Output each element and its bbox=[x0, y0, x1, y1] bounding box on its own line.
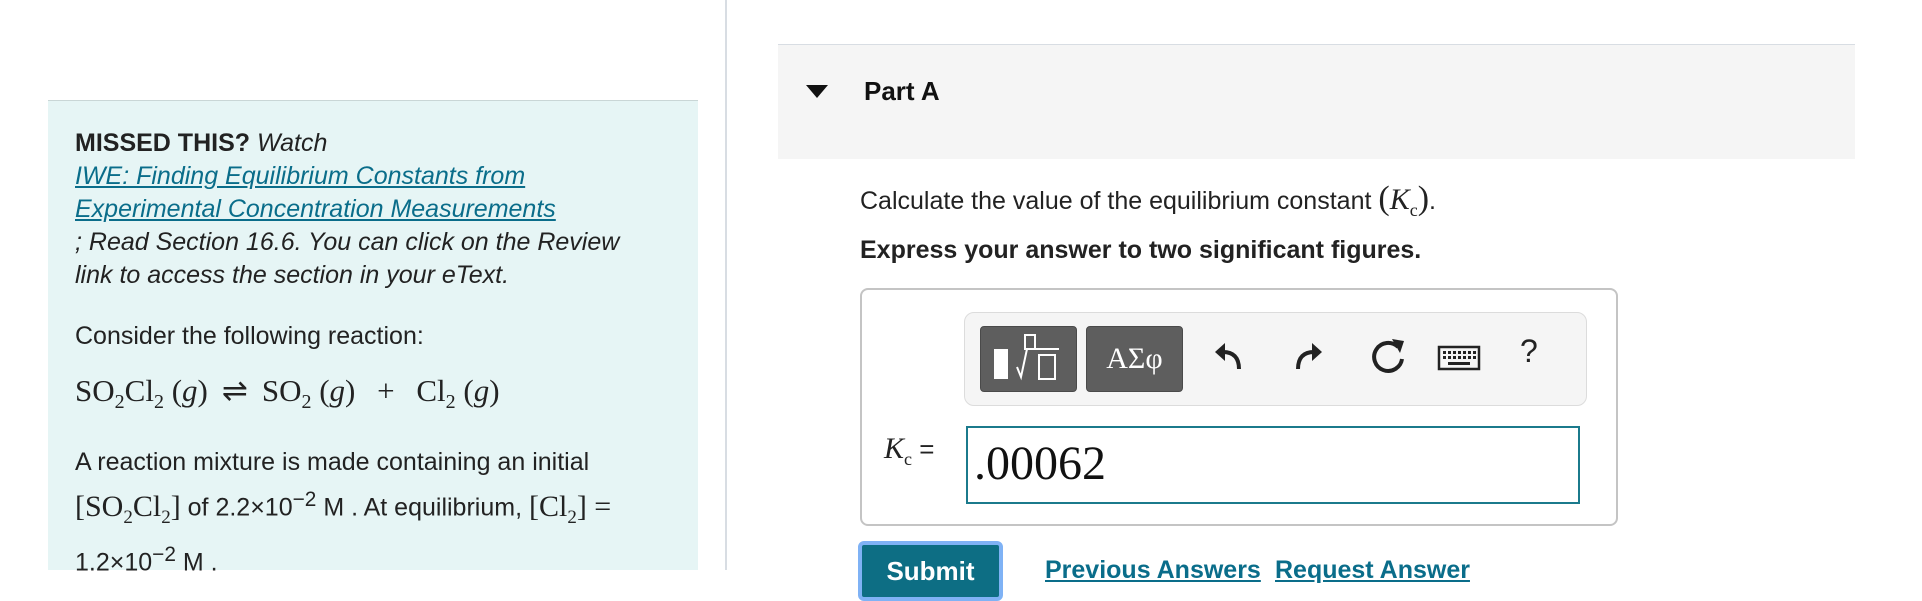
missed-title: MISSED THIS? bbox=[75, 129, 251, 157]
previous-answers-link[interactable]: Previous Answers bbox=[1045, 556, 1261, 585]
missed-watch: Watch bbox=[256, 129, 328, 157]
undo-icon[interactable] bbox=[1213, 335, 1247, 379]
request-answer-link[interactable]: Request Answer bbox=[1275, 556, 1470, 585]
mixture-description: A reaction mixture is made containing an… bbox=[75, 448, 612, 576]
reaction-equation: SO2Cl2 (g) ⇌ SO2 (g) + Cl2 (g) bbox=[75, 373, 500, 414]
keyboard-icon[interactable] bbox=[1437, 343, 1481, 373]
part-a-title: Part A bbox=[864, 76, 940, 106]
part-a-header[interactable]: Part A bbox=[778, 45, 1855, 159]
help-button[interactable]: ? bbox=[1520, 333, 1538, 370]
consider-text: Consider the following reaction: bbox=[75, 322, 424, 350]
instruction-text: Express your answer to two significant f… bbox=[860, 236, 1422, 264]
templates-icon bbox=[994, 334, 1059, 381]
iwe-link[interactable]: IWE: Finding Equilibrium Constants from E… bbox=[75, 160, 671, 226]
submit-button[interactable]: Submit bbox=[858, 541, 1003, 601]
math-toolbar: ΑΣφ ? bbox=[964, 312, 1587, 406]
templates-button[interactable] bbox=[980, 326, 1077, 392]
panel-divider bbox=[725, 0, 727, 570]
missed-intro: MISSED THIS? Watch bbox=[75, 127, 671, 160]
missed-this-panel: MISSED THIS? Watch IWE: Finding Equilibr… bbox=[48, 100, 698, 576]
read-section-text: ; Read Section 16.6. You can click on th… bbox=[75, 228, 620, 289]
kc-answer-input[interactable]: .00062 bbox=[966, 426, 1580, 504]
reset-icon[interactable] bbox=[1368, 335, 1408, 379]
collapse-caret-icon[interactable] bbox=[806, 85, 828, 98]
greek-symbols-button[interactable]: ΑΣφ bbox=[1086, 326, 1183, 392]
kc-label: Kc = bbox=[884, 432, 935, 469]
question-text: Calculate the value of the equilibrium c… bbox=[860, 180, 1436, 220]
redo-icon[interactable] bbox=[1290, 335, 1324, 379]
answer-box: ΑΣφ ? Kc = .00062 bbox=[860, 288, 1618, 526]
